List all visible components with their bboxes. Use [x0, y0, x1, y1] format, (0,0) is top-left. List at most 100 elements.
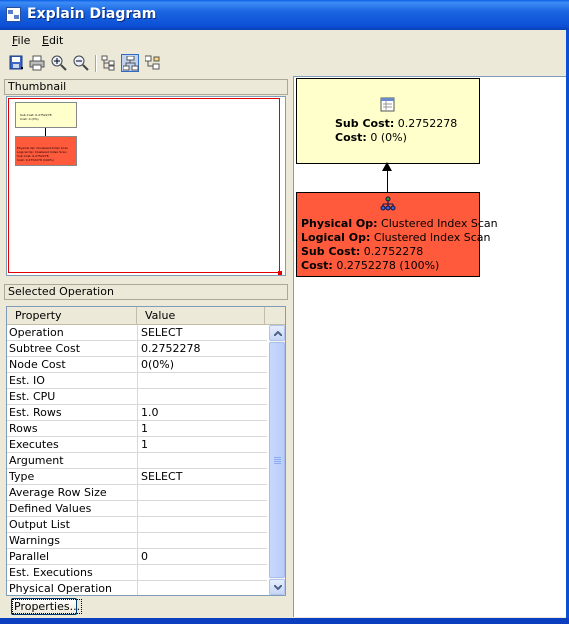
property-value[interactable]: SELECT [139, 325, 265, 340]
table-row[interactable]: Argument [7, 453, 267, 469]
property-value[interactable]: 0.2752278 [139, 341, 265, 356]
property-value[interactable]: 1 [139, 437, 265, 452]
property-value[interactable]: 0 [139, 549, 265, 564]
table-row[interactable]: Executes 1 [7, 437, 267, 453]
table-row[interactable]: Est. CPU [7, 389, 267, 405]
table-row[interactable]: Subtree Cost 0.2752278 [7, 341, 267, 357]
table-row[interactable]: Output List [7, 517, 267, 533]
table-row[interactable]: Node Cost 0(0%) [7, 357, 267, 373]
table-row[interactable]: Est. Executions [7, 565, 267, 581]
property-value[interactable]: 1 [139, 421, 265, 436]
cell-divider [137, 421, 138, 437]
cell-divider [137, 437, 138, 453]
zoom-out-icon [73, 55, 89, 71]
vertical-layout-icon [123, 56, 139, 71]
print-button[interactable] [28, 54, 46, 72]
table-body: Operation SELECT Subtree Cost 0.2752278 Node… [7, 325, 267, 595]
column-header-property[interactable]: Property [7, 307, 137, 324]
table-row[interactable]: Defined Values [7, 501, 267, 517]
chevron-up-icon [274, 331, 282, 336]
diagram-canvas[interactable]: Sub Cost: 0.2752278 Cost: 0 (0%) Physica… [293, 76, 569, 617]
menu-edit[interactable]: Edit [42, 34, 63, 47]
select-icon [380, 97, 395, 112]
properties-button[interactable]: Properties... [11, 598, 83, 615]
tree-layout-icon [101, 55, 115, 71]
scrollbar-grip [274, 461, 281, 462]
thumbnail-resize-handle[interactable] [278, 271, 282, 275]
table-row[interactable]: Average Row Size [7, 485, 267, 501]
property-value[interactable] [139, 373, 265, 388]
table-row[interactable]: Rows 1 [7, 421, 267, 437]
vertical-layout-button[interactable] [121, 54, 139, 72]
property-value[interactable] [139, 533, 265, 548]
cell-divider [137, 469, 138, 485]
thumbnail-viewport-frame[interactable]: Sub Cost: 0.2752278 Cost: 0 (0%) Physica… [8, 98, 282, 275]
scroll-up-button[interactable] [269, 325, 285, 341]
title-bar[interactable]: Explain Diagram [0, 0, 569, 30]
cell-divider [137, 517, 138, 533]
cell-divider [137, 549, 138, 565]
property-name: Operation [9, 326, 64, 339]
cell-divider [137, 357, 138, 373]
cell-divider [137, 485, 138, 501]
vertical-scrollbar[interactable] [269, 325, 285, 595]
zoom-out-button[interactable] [72, 54, 90, 72]
property-value[interactable]: 0(0%) [139, 357, 265, 372]
app-icon [6, 7, 21, 22]
property-name: Rows [9, 422, 38, 435]
menu-bar: File Edit [0, 32, 569, 50]
property-name: Average Row Size [9, 486, 107, 499]
property-value[interactable] [139, 581, 265, 595]
property-value[interactable] [139, 485, 265, 500]
chevron-down-icon [274, 585, 282, 590]
cell-divider [137, 341, 138, 357]
table-row[interactable]: Parallel 0 [7, 549, 267, 565]
table-row[interactable]: Physical Operation [7, 581, 267, 595]
thumbnail-view[interactable]: Sub Cost: 0.2752278 Cost: 0 (0%) Physica… [6, 96, 286, 276]
table-row[interactable]: Warnings [7, 533, 267, 549]
clustered-index-scan-icon [380, 196, 396, 211]
menu-file[interactable]: File [12, 34, 30, 47]
column-header-value[interactable]: Value [137, 307, 265, 324]
save-icon [9, 55, 23, 70]
property-name: Est. CPU [9, 390, 56, 403]
toolbar [0, 52, 569, 76]
table-row[interactable]: Operation SELECT [7, 325, 267, 341]
cell-divider [137, 453, 138, 469]
property-name: Parallel [9, 550, 50, 563]
zoom-in-icon [51, 55, 67, 71]
table-row[interactable]: Est. IO [7, 373, 267, 389]
property-name: Argument [9, 454, 64, 467]
thumbnail-header: Thumbnail [4, 79, 288, 95]
table-row[interactable]: Est. Rows 1.0 [7, 405, 267, 421]
properties-table: Property Value Operation SELECT Subtree Co… [6, 306, 286, 596]
print-icon [29, 55, 45, 71]
window-border-bottom [0, 618, 569, 624]
tree-layout-button[interactable] [100, 54, 118, 72]
property-value[interactable] [139, 517, 265, 532]
explain-diagram-window: Explain Diagram File Edit Thumbnail Sub … [0, 0, 569, 624]
property-value[interactable] [139, 453, 265, 468]
property-value[interactable]: 1.0 [139, 405, 265, 420]
clustered-index-scan-node[interactable]: Physical Op: Clustered Index Scan Logica… [296, 192, 498, 277]
property-name: Type [9, 470, 35, 483]
selected-operation-header: Selected Operation [4, 284, 288, 300]
property-name: Est. Rows [9, 406, 62, 419]
table-row[interactable]: Type SELECT [7, 469, 267, 485]
scroll-down-button[interactable] [269, 579, 285, 595]
property-value[interactable] [139, 565, 265, 580]
property-name: Physical Operation [9, 582, 112, 595]
save-button[interactable] [8, 54, 26, 72]
cell-divider [137, 373, 138, 389]
horizontal-layout-button[interactable] [144, 54, 162, 72]
property-name: Output List [9, 518, 70, 531]
property-name: Node Cost [9, 358, 66, 371]
zoom-in-button[interactable] [50, 54, 68, 72]
select-node[interactable]: Sub Cost: 0.2752278 Cost: 0 (0%) [296, 78, 480, 164]
property-name: Executes [9, 438, 59, 451]
property-value[interactable] [139, 501, 265, 516]
cell-divider [137, 501, 138, 517]
property-value[interactable]: SELECT [139, 469, 265, 484]
property-value[interactable] [139, 389, 265, 404]
scrollbar-thumb[interactable] [269, 342, 285, 578]
